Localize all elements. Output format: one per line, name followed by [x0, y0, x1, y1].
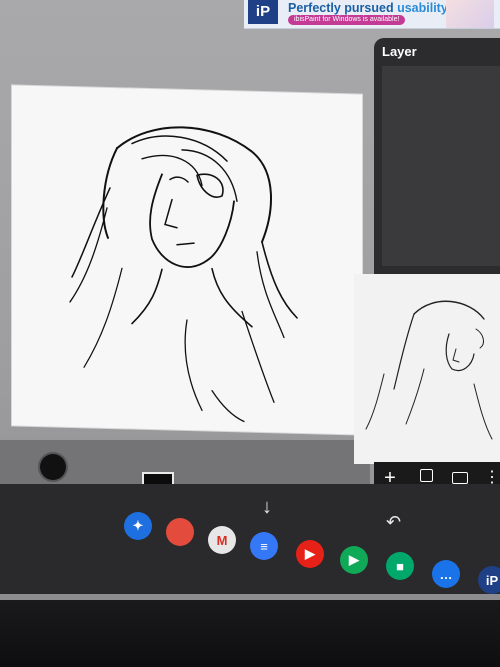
keyboard-hide-icon[interactable]: ↓ [262, 496, 272, 519]
gmail-icon[interactable]: M [208, 526, 236, 554]
system-navigation-bar [0, 484, 500, 594]
layer-thumbnail[interactable] [354, 274, 500, 464]
ibispaint-logo: iP [248, 0, 278, 24]
play-store-icon[interactable]: ▶ [340, 546, 368, 574]
youtube-icon[interactable]: ▶ [296, 540, 324, 568]
brush-size-indicator[interactable] [40, 454, 66, 480]
ad-headline: Perfectly pursued usability! [288, 1, 452, 15]
chrome-icon[interactable] [166, 518, 194, 546]
google-meet-icon[interactable]: ■ [386, 552, 414, 580]
assistant-icon[interactable]: ✦ [124, 512, 152, 540]
layer-panel: Layer + ⋮ [354, 38, 500, 494]
ad-subline: ibisPaint for Windows is available! [288, 15, 406, 25]
layer-list[interactable] [382, 66, 500, 266]
ad-banner[interactable]: iP Perfectly pursued usability! ibisPain… [244, 0, 500, 29]
layer-panel-title: Layer [382, 44, 417, 59]
device-bezel [0, 600, 500, 667]
ad-character-image [446, 0, 494, 28]
docs-icon[interactable]: ≡ [250, 532, 278, 560]
drawing-canvas[interactable] [12, 85, 362, 435]
ibispaint-icon[interactable]: iP [478, 566, 500, 594]
messages-icon[interactable]: … [432, 560, 460, 588]
back-icon[interactable]: ↶ [386, 512, 401, 533]
